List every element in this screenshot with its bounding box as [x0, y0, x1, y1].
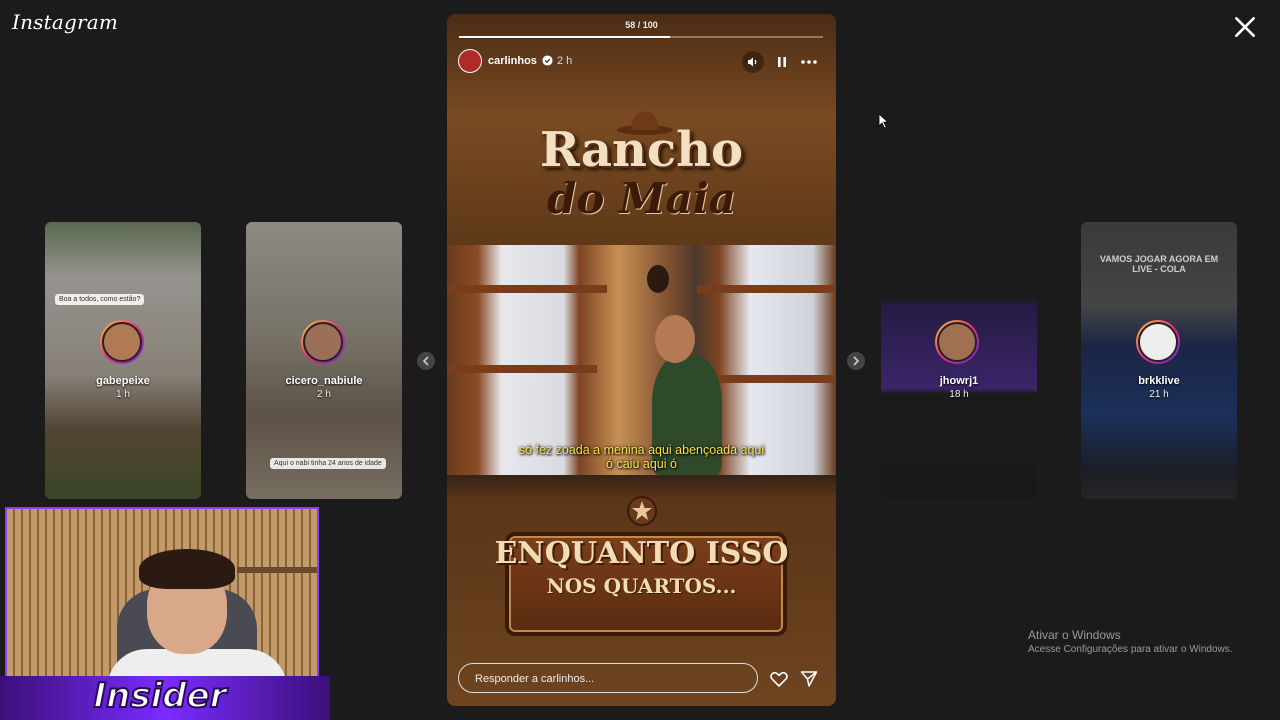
next-story-button[interactable] [847, 352, 865, 370]
story-title-line1: Rancho [539, 122, 744, 178]
reply-field[interactable] [458, 663, 758, 693]
story-time: 2 h [557, 55, 573, 67]
close-button[interactable] [1232, 14, 1258, 40]
watermark-subtitle: Acesse Configurações para ativar o Windo… [1028, 644, 1233, 655]
chevron-left-icon [422, 356, 429, 366]
story-card-username: cicero_nabiule [285, 375, 363, 387]
story-title-line2: do Maia [547, 174, 736, 223]
close-icon [1235, 17, 1255, 37]
story-card-time: 1 h [116, 389, 130, 400]
story-card-time: 2 h [317, 389, 331, 400]
story-card-gabepeixe[interactable]: Boa a todos, como estão? gabepeixe 1 h [45, 222, 201, 499]
sign-line2: NOS QUARTOS... [546, 574, 737, 598]
story-counter: 58 / 100 [625, 20, 658, 30]
story-card-username: gabepeixe [96, 375, 150, 387]
chevron-right-icon [853, 356, 860, 366]
heart-icon [770, 671, 788, 687]
brand-logo: Insider [93, 675, 228, 717]
story-subtitle: só fez zoada a menina aqui abençoada aqu… [447, 443, 836, 471]
story-subtitle-line2: ó caiu aqui ó [606, 457, 677, 471]
pause-icon [778, 57, 786, 67]
instagram-logo[interactable]: Instagram [12, 10, 118, 34]
story-subtitle-line1: só fez zoada a menina aqui abençoada aqu… [518, 443, 765, 457]
story-card-time: 21 h [1149, 389, 1169, 400]
story-card-time: 18 h [949, 389, 969, 400]
mouse-pointer-icon [878, 113, 890, 129]
more-icon [801, 60, 817, 64]
avatar [301, 320, 345, 364]
story-header: carlinhos 2 h [458, 49, 828, 73]
story-card-username: jhowrj1 [939, 375, 979, 387]
avatar[interactable] [458, 49, 482, 73]
windows-activation-watermark: Ativar o Windows Acesse Configurações pa… [1028, 628, 1233, 655]
more-options-button[interactable] [798, 51, 820, 73]
like-button[interactable] [769, 669, 789, 689]
story-card-caption: Aqui o nabi tinha 24 anos de idade [270, 458, 386, 469]
active-story[interactable]: 58 / 100 carlinhos 2 h Rancho do Maia só… [447, 14, 836, 706]
avatar [100, 320, 144, 364]
story-card-jhowrj1[interactable]: jhowrj1 18 h [881, 222, 1037, 499]
story-card-brkklive[interactable]: VAMOS JOGAR AGORA EM LIVE - COLA brkkliv… [1081, 222, 1237, 499]
story-card-caption: VAMOS JOGAR AGORA EM LIVE - COLA [1099, 254, 1219, 274]
sign-line1: ENQUANTO ISSO [494, 536, 789, 571]
verified-icon [542, 55, 553, 66]
story-username[interactable]: carlinhos [488, 55, 537, 67]
story-card-caption: Boa a todos, como estão? [55, 294, 145, 305]
star-icon [627, 496, 657, 526]
avatar [1136, 320, 1180, 364]
sound-button[interactable] [742, 51, 764, 73]
send-icon [800, 671, 818, 687]
story-progress-bar [459, 36, 823, 38]
streamer-banner: Insider [0, 675, 330, 720]
share-button[interactable] [799, 669, 819, 689]
reply-input[interactable] [473, 672, 747, 686]
sound-icon [748, 57, 757, 67]
watermark-title: Ativar o Windows [1028, 628, 1121, 642]
pause-button[interactable] [771, 51, 793, 73]
story-card-cicero-nabiule[interactable]: cicero_nabiule 2 h Aqui o nabi tinha 24 … [246, 222, 402, 499]
story-video-frame [447, 245, 836, 475]
avatar [935, 320, 979, 364]
previous-story-button[interactable] [417, 352, 435, 370]
story-progress-fill [459, 36, 671, 38]
story-card-username: brkklive [1138, 375, 1180, 387]
